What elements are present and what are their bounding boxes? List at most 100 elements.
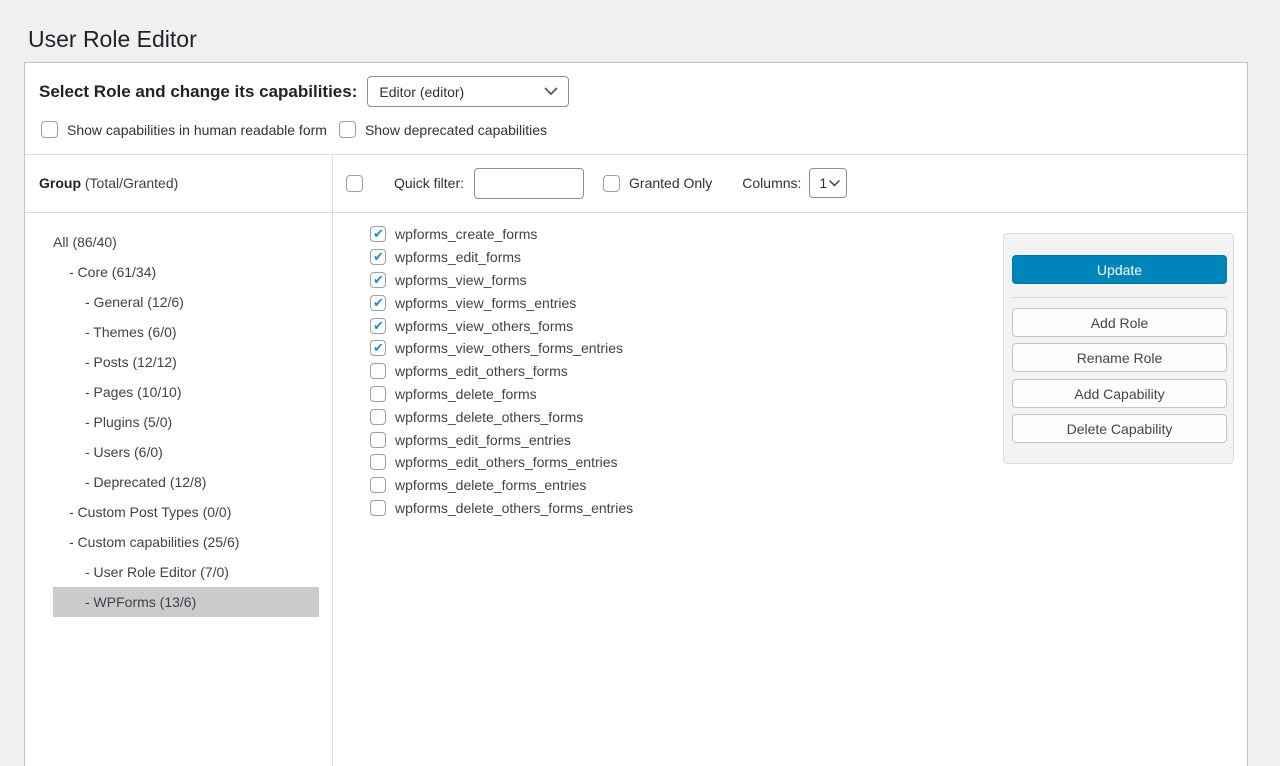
group-tree-item-label: - General (12/6) [85, 294, 184, 310]
group-tree-item-label: - Themes (6/0) [85, 324, 177, 340]
group-tree-item-label: - Deprecated (12/8) [85, 474, 206, 490]
delete-capability-button[interactable]: Delete Capability [1012, 414, 1227, 443]
group-tree-item-label: - Users (6/0) [85, 444, 163, 460]
filter-bar: Quick filter: Granted Only Columns: 1 [346, 161, 1237, 205]
capability-label: wpforms_view_forms_entries [395, 295, 576, 311]
group-tree-item[interactable]: - Plugins (5/0) [53, 407, 319, 437]
role-select-value: Editor (editor) [379, 84, 464, 100]
group-tree-item[interactable]: - Users (6/0) [53, 437, 319, 467]
group-tree-item[interactable]: - Pages (10/10) [53, 377, 319, 407]
capability-row: wpforms_view_forms [370, 269, 633, 292]
group-tree-item-label: - WPForms (13/6) [85, 594, 196, 610]
rename-role-button[interactable]: Rename Role [1012, 343, 1227, 372]
human-readable-label: Show capabilities in human readable form [67, 122, 327, 138]
quick-filter-input[interactable] [474, 168, 584, 199]
capability-row: wpforms_create_forms [370, 223, 633, 246]
group-tree-item-label: - Core (61/34) [69, 264, 156, 280]
group-tree-item[interactable]: All (86/40) [53, 227, 319, 257]
update-button[interactable]: Update [1012, 255, 1227, 284]
group-tree: All (86/40) - Core (61/34) - General (12… [53, 227, 319, 617]
add-capability-button[interactable]: Add Capability [1012, 379, 1227, 408]
capability-label: wpforms_delete_others_forms [395, 409, 583, 425]
capability-label: wpforms_delete_forms_entries [395, 477, 586, 493]
capability-label: wpforms_view_others_forms [395, 318, 573, 334]
capability-row: wpforms_delete_forms_entries [370, 474, 633, 497]
role-select[interactable]: Editor (editor) [367, 76, 569, 107]
capability-checkbox[interactable] [370, 500, 386, 516]
chevron-down-icon [544, 87, 558, 96]
group-tree-item[interactable]: - WPForms (13/6) [53, 587, 319, 617]
granted-only-checkbox[interactable] [603, 175, 620, 192]
group-tree-item[interactable]: - Themes (6/0) [53, 317, 319, 347]
group-header-bold: Group [39, 175, 81, 191]
page-title: User Role Editor [28, 26, 197, 53]
granted-only-label: Granted Only [629, 175, 712, 191]
add-role-button[interactable]: Add Role [1012, 308, 1227, 337]
display-options-row: Show capabilities in human readable form… [41, 121, 547, 138]
deprecated-label: Show deprecated capabilities [365, 122, 547, 138]
divider [25, 212, 1247, 213]
columns-label: Columns: [742, 175, 801, 191]
group-tree-item-label: All (86/40) [53, 234, 117, 250]
group-tree-item-label: - Custom Post Types (0/0) [69, 504, 231, 520]
capability-row: wpforms_delete_others_forms_entries [370, 497, 633, 520]
capability-checkbox[interactable] [370, 295, 386, 311]
group-tree-item[interactable]: - Posts (12/12) [53, 347, 319, 377]
capability-row: wpforms_view_others_forms_entries [370, 337, 633, 360]
deprecated-checkbox[interactable] [339, 121, 356, 138]
capability-label: wpforms_view_forms [395, 272, 526, 288]
capability-row: wpforms_delete_others_forms [370, 405, 633, 428]
capability-row: wpforms_view_forms_entries [370, 291, 633, 314]
capability-checkbox[interactable] [370, 226, 386, 242]
capability-label: wpforms_create_forms [395, 226, 537, 242]
group-tree-item[interactable]: - Deprecated (12/8) [53, 467, 319, 497]
capability-list: wpforms_create_forms wpforms_edit_forms … [370, 223, 633, 519]
group-tree-item-label: - Custom capabilities (25/6) [69, 534, 239, 550]
chevron-down-icon [829, 180, 840, 187]
capability-label: wpforms_edit_forms [395, 249, 521, 265]
group-header-rest: (Total/Granted) [81, 175, 178, 191]
human-readable-checkbox[interactable] [41, 121, 58, 138]
divider [1012, 297, 1227, 298]
capability-checkbox[interactable] [370, 386, 386, 402]
capability-label: wpforms_view_others_forms_entries [395, 340, 623, 356]
action-panel: Update Add Role Rename Role Add Capabili… [1003, 233, 1234, 464]
capability-label: wpforms_delete_others_forms_entries [395, 500, 633, 516]
capability-label: wpforms_edit_others_forms [395, 363, 568, 379]
capability-checkbox[interactable] [370, 409, 386, 425]
capability-checkbox[interactable] [370, 249, 386, 265]
columns-select-value: 1 [819, 175, 827, 191]
role-selector-label: Select Role and change its capabilities: [39, 82, 357, 102]
capability-checkbox[interactable] [370, 432, 386, 448]
capability-row: wpforms_delete_forms [370, 383, 633, 406]
group-tree-item-label: - Posts (12/12) [85, 354, 177, 370]
capability-row: wpforms_edit_others_forms [370, 360, 633, 383]
capability-checkbox[interactable] [370, 318, 386, 334]
capability-label: wpforms_edit_others_forms_entries [395, 454, 618, 470]
capability-row: wpforms_edit_others_forms_entries [370, 451, 633, 474]
group-tree-item[interactable]: - Custom capabilities (25/6) [53, 527, 319, 557]
capability-checkbox[interactable] [370, 454, 386, 470]
group-tree-item-label: - Plugins (5/0) [85, 414, 172, 430]
columns-select[interactable]: 1 [809, 168, 847, 198]
capability-checkbox[interactable] [370, 477, 386, 493]
divider [332, 154, 333, 766]
quick-filter-label: Quick filter: [394, 175, 464, 191]
group-tree-item[interactable]: - Custom Post Types (0/0) [53, 497, 319, 527]
user-role-editor-panel: Select Role and change its capabilities:… [24, 62, 1248, 766]
divider [25, 154, 1247, 155]
capability-row: wpforms_edit_forms [370, 246, 633, 269]
select-all-checkbox[interactable] [346, 175, 363, 192]
capability-checkbox[interactable] [370, 272, 386, 288]
capability-label: wpforms_delete_forms [395, 386, 537, 402]
capability-checkbox[interactable] [370, 363, 386, 379]
human-readable-option: Show capabilities in human readable form [41, 121, 327, 138]
group-tree-item-label: - Pages (10/10) [85, 384, 182, 400]
group-tree-item[interactable]: - Core (61/34) [53, 257, 319, 287]
group-header: Group (Total/Granted) [39, 175, 178, 191]
capability-checkbox[interactable] [370, 340, 386, 356]
capability-row: wpforms_edit_forms_entries [370, 428, 633, 451]
group-tree-item[interactable]: - User Role Editor (7/0) [53, 557, 319, 587]
deprecated-option: Show deprecated capabilities [339, 121, 547, 138]
group-tree-item[interactable]: - General (12/6) [53, 287, 319, 317]
